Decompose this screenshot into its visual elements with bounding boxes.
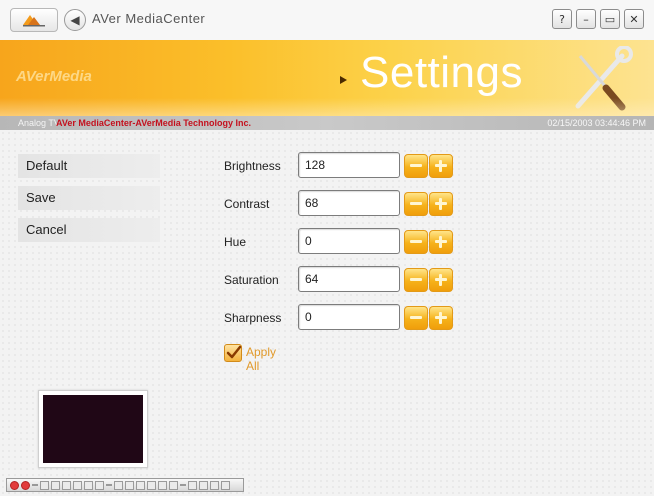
datetime-label: 02/15/2003 03:44:46 PM: [547, 118, 646, 128]
saturation-row: Saturation 64: [224, 266, 464, 296]
brightness-label: Brightness: [224, 159, 281, 173]
toolbar-separator: [106, 484, 112, 486]
volume-icon[interactable]: [188, 480, 197, 490]
sharpness-label: Sharpness: [224, 311, 282, 325]
playback-toolbar: [6, 478, 244, 492]
hue-field[interactable]: 0: [298, 228, 400, 254]
video-preview[interactable]: [38, 390, 148, 468]
cancel-button[interactable]: Cancel: [18, 218, 160, 242]
arrow-down-icon[interactable]: [169, 480, 178, 490]
contrast-decrease-button[interactable]: [404, 192, 428, 216]
title-arrow-icon: [340, 76, 347, 84]
title-bar: ◀ AVer MediaCenter ? – ▭ ✕: [0, 0, 654, 41]
sharpness-row: Sharpness 0: [224, 304, 464, 334]
forward-icon[interactable]: [84, 480, 93, 490]
saturation-field[interactable]: 64: [298, 266, 400, 292]
brightness-field[interactable]: 128: [298, 152, 400, 178]
record-stop-icon[interactable]: [21, 480, 30, 490]
mute-icon[interactable]: [221, 480, 230, 490]
stop-icon[interactable]: [73, 480, 82, 490]
toolbar-separator: [32, 484, 38, 486]
settings-content: Default Save Cancel Brightness 128 Contr…: [0, 130, 654, 496]
saturation-increase-button[interactable]: [429, 268, 453, 292]
company-label: AVer MediaCenter-AVerMedia Technology In…: [56, 118, 252, 128]
channel-down-icon[interactable]: [114, 480, 123, 490]
brightness-increase-button[interactable]: [429, 154, 453, 178]
contrast-field[interactable]: 68: [298, 190, 400, 216]
app-window: ◀ AVer MediaCenter ? – ▭ ✕ AVerMedia Set…: [0, 0, 654, 496]
hue-label: Hue: [224, 235, 247, 249]
ok-icon[interactable]: [147, 480, 156, 490]
apply-all-checkbox[interactable]: [224, 344, 242, 362]
contrast-increase-button[interactable]: [429, 192, 453, 216]
apply-all-label: Apply All: [246, 345, 277, 373]
rewind-icon[interactable]: [40, 480, 49, 490]
brand-watermark: AVerMedia: [16, 68, 92, 85]
display-icon[interactable]: [136, 480, 145, 490]
preview-screen: [43, 395, 143, 463]
app-title: AVer MediaCenter: [92, 11, 206, 26]
contrast-label: Contrast: [224, 197, 270, 211]
minimize-button[interactable]: –: [576, 9, 596, 29]
pause-icon[interactable]: [62, 480, 71, 490]
checkmark-icon: [226, 345, 242, 359]
page-title: Settings: [360, 48, 523, 97]
hue-increase-button[interactable]: [429, 230, 453, 254]
volume-up-icon[interactable]: [210, 480, 219, 490]
saturation-label: Saturation: [224, 273, 279, 287]
sharpness-increase-button[interactable]: [429, 306, 453, 330]
close-button[interactable]: ✕: [624, 9, 644, 29]
brightness-decrease-button[interactable]: [404, 154, 428, 178]
play-icon[interactable]: [51, 480, 60, 490]
source-label: Analog TV: [18, 118, 60, 128]
window-controls: ? – ▭ ✕: [552, 9, 644, 29]
contrast-row: Contrast 68: [224, 190, 464, 220]
brightness-row: Brightness 128: [224, 152, 464, 182]
toolbar-separator: [180, 484, 186, 486]
volume-down-icon[interactable]: [199, 480, 208, 490]
wrench-screwdriver-icon: [575, 46, 633, 111]
record-icon[interactable]: [10, 480, 19, 490]
restore-button[interactable]: ▭: [600, 9, 620, 29]
save-button[interactable]: Save: [18, 186, 160, 210]
saturation-decrease-button[interactable]: [404, 268, 428, 292]
settings-menu: Default Save Cancel: [18, 154, 160, 250]
hue-row: Hue 0: [224, 228, 464, 258]
back-arrow-icon[interactable]: ◀: [64, 9, 86, 31]
help-button[interactable]: ?: [552, 9, 572, 29]
status-strip: Analog TV AVer MediaCenter-AVerMedia Tec…: [0, 116, 654, 130]
default-button[interactable]: Default: [18, 154, 160, 178]
snapshot-icon[interactable]: [95, 480, 104, 490]
arrow-up-icon[interactable]: [158, 480, 167, 490]
settings-header: AVerMedia Settings: [0, 40, 654, 116]
aver-logo-icon[interactable]: [10, 8, 58, 32]
sharpness-decrease-button[interactable]: [404, 306, 428, 330]
sharpness-field[interactable]: 0: [298, 304, 400, 330]
channel-up-icon[interactable]: [125, 480, 134, 490]
hue-decrease-button[interactable]: [404, 230, 428, 254]
